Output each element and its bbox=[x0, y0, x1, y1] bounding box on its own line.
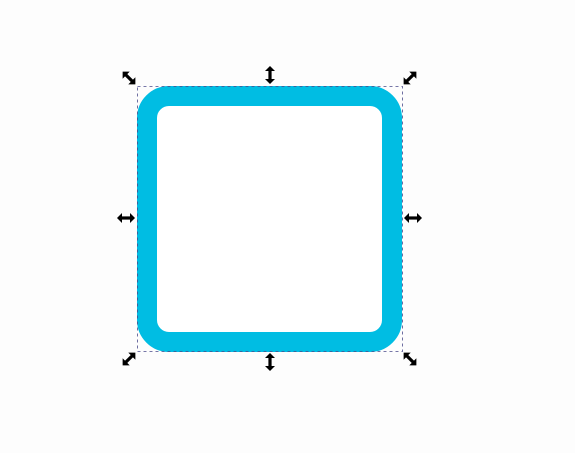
resize-handle-bottom-right[interactable] bbox=[400, 349, 420, 369]
resize-handle-right[interactable] bbox=[404, 213, 422, 223]
resize-handle-top-left[interactable] bbox=[119, 68, 139, 88]
resize-handle-top[interactable] bbox=[265, 66, 275, 84]
diagonal-double-arrow-icon bbox=[400, 349, 420, 369]
resize-handle-bottom-left[interactable] bbox=[119, 349, 139, 369]
diagonal-double-arrow-icon bbox=[119, 349, 139, 369]
resize-handle-left[interactable] bbox=[117, 213, 135, 223]
resize-handle-bottom[interactable] bbox=[265, 353, 275, 371]
diagonal-double-arrow-icon bbox=[400, 68, 420, 88]
resize-handle-top-right[interactable] bbox=[400, 68, 420, 88]
vertical-double-arrow-icon bbox=[265, 353, 275, 371]
horizontal-double-arrow-icon bbox=[117, 213, 135, 223]
drawing-canvas[interactable] bbox=[0, 0, 575, 453]
horizontal-double-arrow-icon bbox=[404, 213, 422, 223]
canvas-svg bbox=[117, 66, 422, 371]
vertical-double-arrow-icon bbox=[265, 66, 275, 84]
diagonal-double-arrow-icon bbox=[119, 68, 139, 88]
rounded-rectangle-shape[interactable] bbox=[137, 86, 402, 352]
